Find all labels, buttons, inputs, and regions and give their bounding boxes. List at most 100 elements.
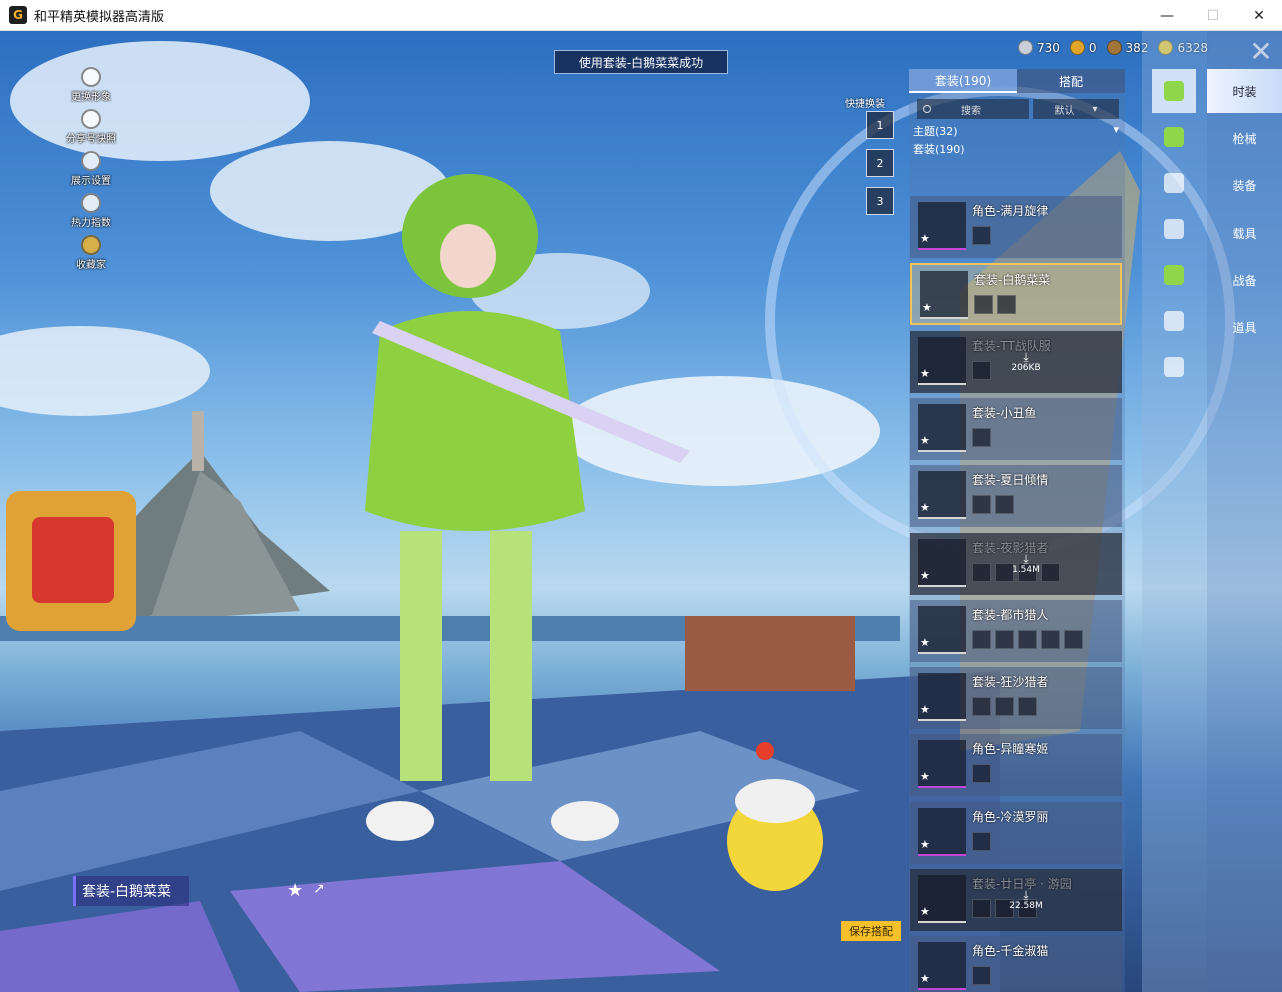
outfit-parts	[972, 495, 1018, 514]
outfit-item[interactable]: ★ 角色-千金淑猫	[910, 936, 1122, 992]
outfit-part-icon	[972, 966, 991, 985]
nav-vehicles[interactable]: 载具	[1207, 211, 1282, 255]
download-indicator[interactable]: ⤓ 22.58M	[1006, 889, 1046, 911]
nav-weapons[interactable]: 枪械	[1207, 116, 1282, 160]
outfit-item[interactable]: ★ 套装-夜影猎者 ⤓ 1.54M	[910, 533, 1122, 595]
star-icon: ★	[920, 501, 930, 514]
outfit-part-icon	[972, 428, 991, 447]
star-icon: ★	[920, 434, 930, 447]
star-icon: ★	[920, 232, 930, 245]
outfit-part-icon	[995, 630, 1014, 649]
display-settings-button[interactable]: 展示设置	[62, 151, 120, 187]
left-menu-label: 收藏家	[76, 260, 106, 271]
character-hoodie	[365, 311, 585, 531]
save-combo-button[interactable]: 保存搭配	[841, 921, 901, 941]
change-avatar-button[interactable]: 更换形象	[62, 67, 120, 103]
fire-icon	[81, 193, 101, 213]
outfit-item[interactable]: ★ 角色-满月旋律	[910, 196, 1122, 258]
search-icon	[923, 105, 931, 113]
minimize-button[interactable]: —	[1144, 0, 1190, 31]
nav-equipment[interactable]: 装备	[1207, 163, 1282, 207]
heat-index-button[interactable]: 热力指数	[62, 193, 120, 229]
panel-tabs: 套装(190) 搭配	[909, 69, 1125, 93]
star-icon[interactable]: ★	[287, 880, 303, 901]
outfit-item[interactable]: ★ 套装-夏日倾情	[910, 465, 1122, 527]
quick-swap-slot-3[interactable]: 3	[866, 187, 894, 215]
window-titlebar: G 和平精英模拟器高清版 — ☐ ✕	[0, 0, 1282, 31]
glasses-icon	[1164, 173, 1184, 193]
category-glasses[interactable]	[1152, 161, 1196, 205]
character-shoe	[551, 801, 619, 841]
character-face	[440, 224, 496, 288]
tab-combos[interactable]: 搭配	[1017, 69, 1125, 93]
share-icon[interactable]: ↗	[313, 881, 325, 897]
outfit-parts	[974, 295, 1020, 314]
star-icon: ★	[920, 703, 930, 716]
currency-value: 730	[1037, 40, 1060, 55]
download-indicator[interactable]: ⤓ 1.54M	[1006, 553, 1046, 575]
nav-fashion[interactable]: 时装	[1207, 69, 1282, 113]
outfit-name: 套装-白鹅菜菜	[974, 273, 1051, 287]
category-head[interactable]	[1152, 207, 1196, 251]
gold-coin-icon	[1069, 40, 1085, 55]
left-menu-label: 展示设置	[71, 176, 111, 187]
outfit-part-icon	[972, 764, 991, 783]
current-outfit-name: 套装-白鹅菜菜	[73, 876, 189, 906]
theme-filter[interactable]: 主题(32) ▾	[913, 123, 1119, 139]
sort-dropdown[interactable]: 默认 ▾	[1033, 99, 1119, 119]
search-input[interactable]: 搜索	[917, 99, 1029, 119]
outfit-item[interactable]: ★ 角色-异瞳寒姬	[910, 734, 1122, 796]
outfit-part-icon	[1018, 630, 1037, 649]
outfit-parts	[972, 832, 995, 851]
star-icon: ★	[920, 636, 930, 649]
category-top[interactable]	[1152, 253, 1196, 297]
outfit-name: 角色-千金淑猫	[972, 944, 1049, 958]
outfit-item[interactable]: ★ 套装-白鹅菜菜	[910, 263, 1122, 325]
bronze-coin-icon	[1106, 40, 1122, 55]
set-count: 套装(190)	[913, 143, 965, 156]
star-icon: ★	[922, 301, 932, 314]
search-row: 搜索 默认 ▾	[917, 99, 1119, 119]
outfit-item[interactable]: ★ 套装-小丑鱼	[910, 398, 1122, 460]
download-indicator[interactable]: ⤓ 206KB	[1006, 351, 1046, 373]
outfit-part-icon	[995, 495, 1014, 514]
outfit-item[interactable]: ★ 套装-廿日亭 · 游园 ⤓ 22.58M	[910, 869, 1122, 931]
outfit-item[interactable]: ★ 套装-都市猎人	[910, 600, 1122, 662]
game-viewport: 更换形象 分享号快照 展示设置 热力指数 收藏家 使用套装-白鹅菜菜成功 730…	[0, 31, 1282, 992]
tab-outfits[interactable]: 套装(190)	[909, 69, 1017, 93]
category-pants[interactable]	[1152, 299, 1196, 343]
left-menu: 更换形象 分享号快照 展示设置 热力指数 收藏家	[62, 67, 120, 277]
maximize-button[interactable]: ☐	[1190, 0, 1236, 31]
outfit-name: 套装-都市猎人	[972, 608, 1049, 622]
category-shoes[interactable]	[1152, 345, 1196, 389]
outfit-item[interactable]: ★ 角色-冷漠罗丽	[910, 802, 1122, 864]
left-menu-label: 分享号快照	[66, 134, 116, 145]
right-nav: 时装 枪械 装备 载具 战备 道具	[1207, 31, 1282, 992]
download-icon: ⤓	[1023, 888, 1029, 902]
nav-items[interactable]: 道具	[1207, 305, 1282, 349]
share-snapshot-button[interactable]: 分享号快照	[62, 109, 120, 145]
quick-swap-slot-2[interactable]: 2	[866, 149, 894, 177]
category-outfit[interactable]	[1152, 69, 1196, 113]
outfit-parts	[972, 966, 995, 985]
close-window-button[interactable]: ✕	[1236, 0, 1282, 31]
outfit-part-icon	[972, 832, 991, 851]
star-icon: ★	[920, 367, 930, 380]
outfit-item[interactable]: ★ 套装-TT战队服 ⤓ 206KB	[910, 331, 1122, 393]
download-size: 206KB	[1011, 363, 1041, 373]
outfit-part-icon	[972, 226, 991, 245]
quick-swap-slot-1[interactable]: 1	[866, 111, 894, 139]
badge-icon	[81, 235, 101, 255]
outfit-part-icon	[972, 697, 991, 716]
outfit-part-icon	[972, 563, 991, 582]
collector-button[interactable]: 收藏家	[62, 235, 120, 271]
outfit-part-icon	[972, 630, 991, 649]
character-leg	[490, 531, 532, 781]
category-backpack[interactable]	[1152, 115, 1196, 159]
chevron-down-icon: ▾	[1113, 123, 1119, 136]
outfit-part-icon	[972, 495, 991, 514]
outfit-parts	[972, 361, 995, 380]
nav-gear[interactable]: 战备	[1207, 258, 1282, 302]
theme-label: 主题(32)	[913, 125, 958, 138]
outfit-item[interactable]: ★ 套装-狂沙猎者	[910, 667, 1122, 729]
